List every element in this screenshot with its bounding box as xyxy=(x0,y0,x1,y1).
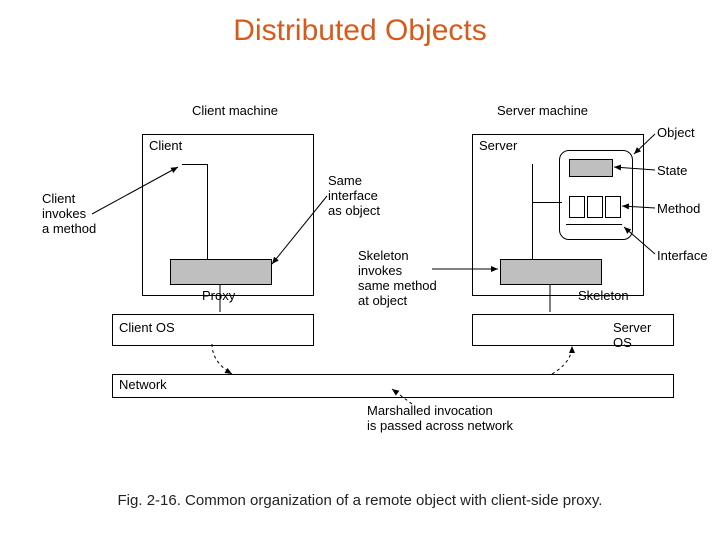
server-machine-label: Server machine xyxy=(497,104,588,119)
client-os-box: Client OS xyxy=(112,314,314,346)
server-wire-to-object xyxy=(532,202,562,203)
network-box: Network xyxy=(112,374,674,398)
diagram-stage: Client machine Server machine Client Pro… xyxy=(72,94,672,454)
client-machine-label: Client machine xyxy=(192,104,278,119)
server-os-box: Server OS xyxy=(472,314,674,346)
object-label: Object xyxy=(657,126,695,141)
server-label: Server xyxy=(479,139,517,154)
proxy-label: Proxy xyxy=(202,289,235,304)
figure-caption: Fig. 2-16. Common organization of a remo… xyxy=(0,492,720,509)
server-os-label: Server OS xyxy=(613,321,673,351)
state-label: State xyxy=(657,164,687,179)
client-wire-down xyxy=(207,164,208,259)
method-box-2 xyxy=(587,196,603,218)
method-box-3 xyxy=(605,196,621,218)
interface-label: Interface xyxy=(657,249,708,264)
marshalled-label: Marshalled invocation is passed across n… xyxy=(367,404,513,434)
interface-line xyxy=(566,224,622,225)
proxy-box xyxy=(170,259,272,285)
method-label: Method xyxy=(657,202,700,217)
client-os-label: Client OS xyxy=(119,321,175,336)
skeleton-box xyxy=(500,259,602,285)
client-label: Client xyxy=(149,139,182,154)
method-box-1 xyxy=(569,196,585,218)
page-title: Distributed Objects xyxy=(0,14,720,48)
server-wire xyxy=(532,164,533,259)
skeleton-invokes-label: Skeleton invokes same method at object xyxy=(358,249,437,309)
skeleton-label: Skeleton xyxy=(578,289,629,304)
client-wire xyxy=(182,164,208,165)
client-invokes-label: Client invokes a method xyxy=(42,192,96,237)
same-interface-label: Same interface as object xyxy=(328,174,380,219)
network-label: Network xyxy=(119,378,167,393)
state-box xyxy=(569,159,613,177)
